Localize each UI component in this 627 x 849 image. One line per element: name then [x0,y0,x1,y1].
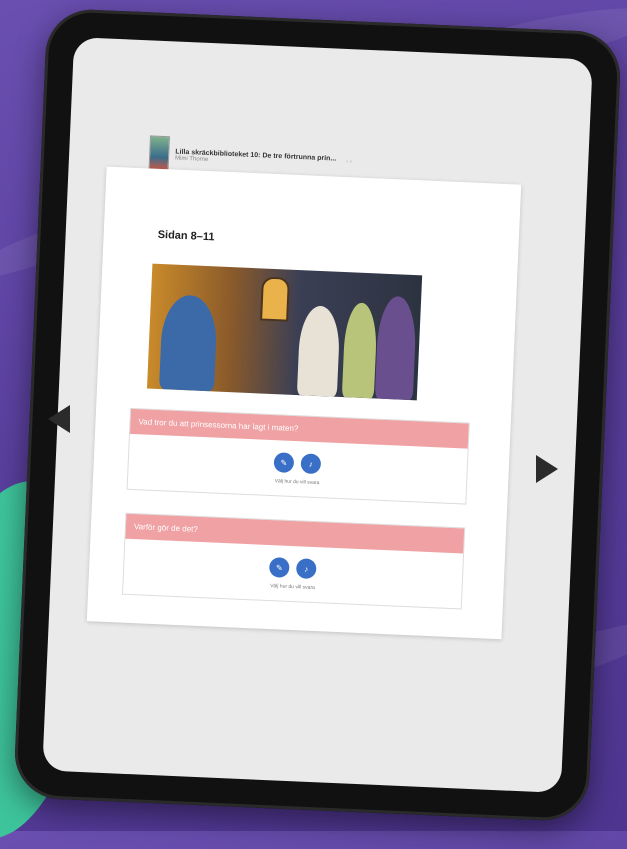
question-block: Vad tror du att prinsessorna har lagt i … [126,407,470,505]
question-block: Varför gör de det? ✎ ♪ Välj hur du vill … [121,512,466,610]
audio-answer-button[interactable]: ♪ [300,453,322,475]
write-answer-button[interactable]: ✎ [268,557,290,578]
illustration-figure [158,294,219,392]
answer-hint: Välj hur du vill svara [269,583,315,592]
arrow-left-icon[interactable] [48,405,70,433]
illustration-figure [374,295,418,401]
arrow-right-icon[interactable] [536,455,558,483]
tablet-screen: Lilla skräckbiblioteket 10: De tre förtr… [42,37,593,793]
illustration-figure [341,302,378,399]
page-title: Sidan 8–11 [157,228,215,244]
question-card: Sidan 8–11 Vad tror du att prinsessorna … [86,166,522,640]
tablet-device: Lilla skräckbiblioteket 10: De tre förtr… [13,7,622,823]
book-cover-image [148,135,171,173]
story-illustration [146,263,423,401]
illustration-figure [296,305,341,397]
illustration-window [260,276,290,322]
chevron-icon[interactable]: ‹ › [346,159,352,165]
write-answer-button[interactable]: ✎ [273,452,295,474]
audio-answer-button[interactable]: ♪ [295,558,317,580]
answer-hint: Välj hur du vill svara [274,478,320,487]
